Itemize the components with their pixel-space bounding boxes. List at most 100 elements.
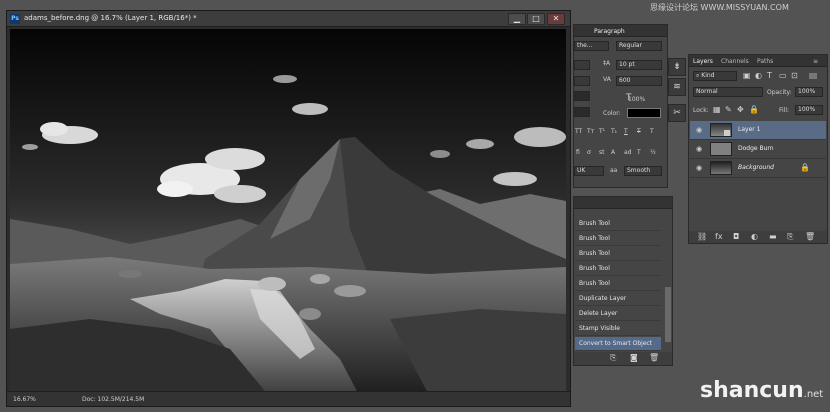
smart-object-badge-icon	[724, 130, 730, 136]
image-canvas[interactable]	[10, 29, 566, 397]
underline-button[interactable]: T	[624, 128, 628, 135]
zoom-level[interactable]: 16.67%	[13, 396, 36, 403]
pixel-filter-icon[interactable]: ▣	[743, 71, 751, 80]
history-scrollbar[interactable]	[665, 287, 671, 342]
stylistic-alternates-icon[interactable]: A	[611, 149, 615, 156]
type-filter-icon[interactable]: T	[767, 71, 772, 80]
subscript-button[interactable]: T₁	[611, 128, 617, 135]
fill-label: Fill:	[779, 107, 790, 114]
font-family-field[interactable]: the...	[574, 41, 609, 51]
layers-footer: ⛓ fx ◘ ◐ ▬ ⎘ 🗑	[689, 231, 827, 243]
camera-snapshot-icon[interactable]: ◙	[630, 353, 638, 362]
trash-icon[interactable]: 🗑	[649, 353, 659, 362]
character-panel: Paragraph the... Regular ‡A 10 pt VA 600…	[573, 24, 668, 188]
layers-panel-tabs: Layers Channels Paths ≡	[689, 55, 827, 67]
titling-icon[interactable]: ad	[624, 149, 632, 156]
font-size-field[interactable]	[574, 60, 590, 70]
tool-presets-icon[interactable]: ✂	[668, 104, 686, 122]
watermark-suffix: .net	[803, 389, 824, 400]
minimize-button[interactable]: ▁	[508, 13, 526, 25]
history-item[interactable]: Brush Tool	[575, 262, 661, 276]
new-layer-icon[interactable]: ⎘	[787, 232, 793, 242]
baseline-shift-field[interactable]	[574, 107, 590, 117]
document-titlebar[interactable]: Ps adams_before.dng @ 16.7% (Layer 1, RG…	[7, 11, 570, 27]
adjustment-filter-icon[interactable]: ◐	[755, 71, 762, 80]
panel-menu-icon[interactable]: ≡	[813, 58, 818, 65]
all-caps-button[interactable]: TT	[575, 128, 582, 135]
shape-filter-icon[interactable]: ▭	[779, 71, 787, 80]
layer-row-background[interactable]: ◉ Background 🔒	[690, 159, 826, 178]
visibility-eye-icon[interactable]: ◉	[696, 164, 702, 172]
add-mask-icon[interactable]: ◘	[733, 232, 739, 241]
history-item[interactable]: Duplicate Layer	[575, 292, 661, 306]
history-list: Brush Tool Brush Tool Brush Tool Brush T…	[574, 215, 672, 351]
layer-filter-icons: ▣ ◐ T ▭ ⊡	[743, 71, 827, 81]
layer-name[interactable]: Dodge Burn	[738, 145, 774, 152]
history-item[interactable]: Brush Tool	[575, 217, 661, 231]
fill-field[interactable]: 100%	[795, 105, 823, 115]
lock-pixels-icon[interactable]: ✎	[725, 105, 732, 114]
filter-toggle[interactable]	[809, 73, 817, 79]
layer-name[interactable]: Layer 1	[738, 126, 760, 133]
color-swatch[interactable]	[627, 108, 661, 118]
smart-object-filter-icon[interactable]: ⊡	[791, 71, 798, 80]
lock-all-icon[interactable]: 🔒	[749, 105, 759, 114]
doc-size-info[interactable]: Doc: 102.5M/214.5M	[82, 396, 144, 403]
superscript-button[interactable]: T¹	[599, 128, 605, 135]
maximize-button[interactable]: □	[527, 13, 545, 25]
link-layers-icon[interactable]: ⛓	[697, 232, 707, 241]
tab-channels[interactable]: Channels	[721, 58, 749, 65]
history-panel: Brush Tool Brush Tool Brush Tool Brush T…	[573, 196, 673, 366]
ligature-icon[interactable]: fi	[576, 149, 580, 156]
watermark-brand: shancun	[700, 378, 804, 403]
history-item[interactable]: Brush Tool	[575, 232, 661, 246]
opacity-field[interactable]: 100%	[795, 87, 823, 97]
antialias-select[interactable]: Smooth	[624, 166, 662, 176]
history-item-selected[interactable]: Convert to Smart Object	[575, 337, 661, 351]
history-item[interactable]: Stamp Visible	[575, 322, 661, 336]
language-select[interactable]: UK	[574, 166, 604, 176]
filter-kind-select[interactable]: ⌕ Kind	[693, 71, 737, 81]
lock-transparency-icon[interactable]: ▦	[713, 105, 721, 114]
lock-icons: ▦ ✎ ✥ 🔒	[713, 105, 769, 115]
landscape-photo	[10, 29, 566, 397]
horizontal-scale-field[interactable]	[574, 91, 590, 101]
small-caps-button[interactable]: Tт	[587, 128, 594, 135]
trash-icon[interactable]: 🗑	[805, 232, 815, 241]
tab-paths[interactable]: Paths	[757, 58, 773, 65]
layer-row-dodge-burn[interactable]: ◉ Dodge Burn	[690, 140, 826, 159]
brush-settings-icon[interactable]: ≋	[668, 78, 686, 96]
faux-bold-button[interactable]: T	[650, 128, 654, 135]
kerning-field[interactable]	[574, 76, 590, 86]
font-style-select[interactable]: Regular	[616, 41, 662, 51]
history-item[interactable]: Brush Tool	[575, 277, 661, 291]
strikethrough-button[interactable]: T	[637, 128, 641, 135]
layers-panel: Layers Channels Paths ≡ ⌕ Kind ▣ ◐ T ▭ ⊡…	[688, 54, 828, 244]
layer-name[interactable]: Background	[738, 164, 774, 171]
leading-field[interactable]: 10 pt	[616, 60, 662, 70]
brush-preset-icon[interactable]: ⇟	[668, 58, 686, 76]
discretionary-ligature-icon[interactable]: ơ	[587, 149, 591, 156]
history-panel-header[interactable]	[574, 197, 672, 209]
tab-paragraph[interactable]: Paragraph	[594, 28, 625, 35]
blend-mode-select[interactable]: Normal	[693, 87, 763, 97]
tab-layers[interactable]: Layers	[693, 58, 713, 65]
tracking-field[interactable]: 600	[616, 76, 662, 86]
visibility-eye-icon[interactable]: ◉	[696, 145, 702, 153]
ordinals-icon[interactable]: T	[637, 149, 641, 156]
history-item[interactable]: Delete Layer	[575, 307, 661, 321]
layer-row-layer-1[interactable]: ◉ Layer 1	[690, 121, 826, 140]
status-bar: 16.67% Doc: 102.5M/214.5M	[7, 391, 570, 406]
swash-icon[interactable]: st	[599, 149, 604, 156]
fractions-icon[interactable]: ½	[650, 149, 656, 156]
visibility-eye-icon[interactable]: ◉	[696, 126, 702, 134]
history-item[interactable]: Brush Tool	[575, 247, 661, 261]
new-group-icon[interactable]: ▬	[769, 232, 777, 241]
lock-position-icon[interactable]: ✥	[737, 105, 744, 114]
layer-thumbnail	[710, 142, 732, 156]
close-button[interactable]: ✕	[547, 13, 565, 25]
adjustment-layer-icon[interactable]: ◐	[751, 232, 758, 241]
new-document-from-state-icon[interactable]: ⎘	[610, 353, 616, 363]
fx-icon[interactable]: fx	[715, 232, 723, 241]
vertical-scale-value[interactable]: 100%	[628, 96, 645, 103]
